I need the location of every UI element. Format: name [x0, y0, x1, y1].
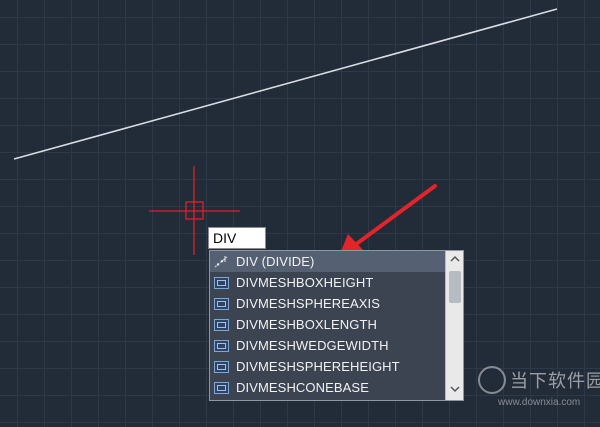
- autocomplete-list[interactable]: DIV (DIVIDE) DIVMESHBOXHEIGHT DIVMESHSPH…: [209, 250, 464, 401]
- system-variable-icon: [214, 297, 229, 310]
- system-variable-icon: [214, 318, 229, 331]
- suggestion-label: DIVMESHBOXHEIGHT: [236, 275, 374, 290]
- watermark-brand: 当下软件园: [510, 371, 600, 391]
- suggestion-label: DIVMESHCONEBASE: [236, 380, 369, 395]
- suggestion-divmeshboxlength[interactable]: DIVMESHBOXLENGTH: [210, 314, 445, 335]
- list-scrollbar[interactable]: [445, 251, 463, 400]
- chevron-down-icon: [450, 386, 460, 393]
- watermark-url: www.downxia.com: [498, 397, 581, 408]
- suggestion-divmeshboxheight[interactable]: DIVMESHBOXHEIGHT: [210, 272, 445, 293]
- scroll-thumb[interactable]: [449, 271, 461, 303]
- suggestion-divide[interactable]: DIV (DIVIDE): [210, 251, 445, 272]
- drawn-line[interactable]: [13, 8, 558, 160]
- suggestion-label: DIVMESHSPHEREAXIS: [236, 296, 381, 311]
- system-variable-icon: [214, 360, 229, 373]
- system-variable-icon: [214, 339, 229, 352]
- suggestion-divmeshconebase[interactable]: DIVMESHCONEBASE: [210, 377, 445, 398]
- suggestion-divmeshsphereaxis[interactable]: DIVMESHSPHEREAXIS: [210, 293, 445, 314]
- suggestion-label: DIVMESHWEDGEWIDTH: [236, 338, 389, 353]
- suggestion-label: DIVMESHBOXLENGTH: [236, 317, 378, 332]
- system-variable-icon: [214, 381, 229, 394]
- divide-command-icon: [214, 255, 229, 268]
- chevron-up-icon: [450, 255, 460, 262]
- suggestion-label: DIV (DIVIDE): [236, 254, 315, 269]
- watermark-logo-icon: [478, 366, 506, 394]
- watermark: 当下软件园 www.downxia.com: [476, 362, 600, 427]
- system-variable-icon: [214, 276, 229, 289]
- suggestion-divmeshsphereheight[interactable]: DIVMESHSPHEREHEIGHT: [210, 356, 445, 377]
- scroll-down-button[interactable]: [446, 382, 463, 400]
- suggestion-divmeshwedgewidth[interactable]: DIVMESHWEDGEWIDTH: [210, 335, 445, 356]
- scroll-up-button[interactable]: [446, 251, 463, 269]
- suggestion-label: DIVMESHSPHEREHEIGHT: [236, 359, 400, 374]
- command-input[interactable]: DIV: [208, 227, 266, 249]
- annotation-arrow: [339, 184, 437, 256]
